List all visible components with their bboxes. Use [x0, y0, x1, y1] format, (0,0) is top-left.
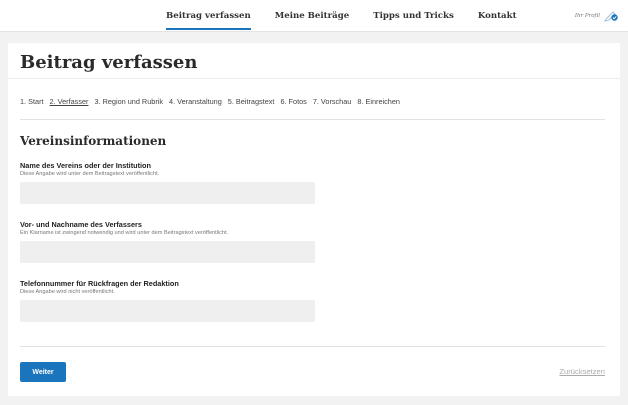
verein-input[interactable]: [20, 182, 315, 204]
profile-label: Ihr Profil: [574, 13, 600, 19]
step-veranstaltung[interactable]: 4. Veranstaltung: [169, 97, 222, 106]
field-verein: Name des Vereins oder der Institution Di…: [20, 161, 320, 204]
step-navigation: 1. Start 2. Verfasser 3. Region und Rubr…: [20, 97, 406, 106]
step-fotos[interactable]: 6. Fotos: [280, 97, 306, 106]
section-title: Vereinsinformationen: [20, 134, 167, 148]
verfasser-input[interactable]: [20, 241, 315, 263]
field-telefon: Telefonnummer für Rückfragen der Redakti…: [20, 279, 320, 322]
nav-item-kontakt[interactable]: Kontakt: [478, 0, 517, 32]
divider: [20, 346, 605, 347]
telefon-input[interactable]: [20, 300, 315, 322]
page-title: Beitrag verfassen: [20, 52, 198, 73]
step-verfasser[interactable]: 2. Verfasser: [50, 97, 89, 106]
next-button[interactable]: Weiter: [20, 362, 66, 382]
pen-check-icon: [603, 10, 618, 22]
field-verfasser: Vor- und Nachname des Verfassers Ein Kla…: [20, 220, 320, 263]
field-hint: Diese Angabe wird unter dem Beitragstext…: [20, 171, 160, 177]
profile-link[interactable]: Ihr Profil: [575, 10, 618, 22]
nav-item-meine-beitraege[interactable]: Meine Beiträge: [275, 0, 350, 32]
top-navigation: Beitrag verfassen Meine Beiträge Tipps u…: [0, 0, 628, 32]
field-label: Telefonnummer für Rückfragen der Redakti…: [20, 279, 179, 288]
step-start[interactable]: 1. Start: [20, 97, 44, 106]
form-card: Beitrag verfassen 1. Start 2. Verfasser …: [8, 43, 620, 396]
field-label: Name des Vereins oder der Institution: [20, 161, 151, 170]
divider: [20, 119, 605, 120]
nav-item-beitrag-verfassen[interactable]: Beitrag verfassen: [166, 0, 251, 32]
field-label: Vor- und Nachname des Verfassers: [20, 220, 142, 229]
step-vorschau[interactable]: 7. Vorschau: [313, 97, 352, 106]
reset-link[interactable]: Zurücksetzen: [559, 367, 605, 376]
step-beitragstext[interactable]: 5. Beitragstext: [228, 97, 275, 106]
nav-links: Beitrag verfassen Meine Beiträge Tipps u…: [166, 0, 541, 32]
field-hint: Ein Klarname ist zwingend notwendig und …: [20, 230, 229, 236]
nav-item-tipps-und-tricks[interactable]: Tipps und Tricks: [373, 0, 454, 32]
step-region-und-rubrik[interactable]: 3. Region und Rubrik: [94, 97, 163, 106]
field-hint: Diese Angabe wird nicht veröffentlicht.: [20, 289, 115, 295]
step-einreichen[interactable]: 8. Einreichen: [357, 97, 400, 106]
